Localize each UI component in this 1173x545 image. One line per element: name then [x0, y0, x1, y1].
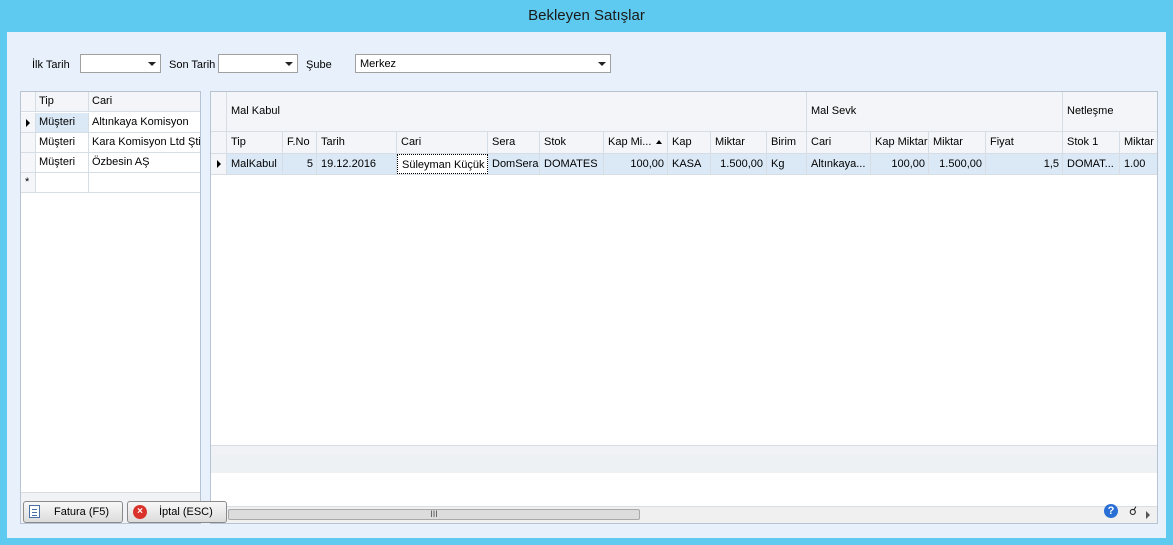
- pending-sales-grid: Mal Kabul Mal Sevk Netleşme Tip F.No Tar…: [210, 91, 1158, 524]
- window-title: Bekleyen Satışlar: [528, 7, 645, 24]
- cell-cari-focused[interactable]: Süleyman Küçük: [397, 154, 488, 174]
- list-item[interactable]: Müşteri Özbesin AŞ: [21, 153, 200, 173]
- column-header-fiyat[interactable]: Fiyat: [986, 132, 1063, 153]
- column-header-birim[interactable]: Birim: [767, 132, 807, 153]
- current-row-arrow-icon: [217, 160, 221, 168]
- column-header-tip[interactable]: Tip: [36, 92, 89, 111]
- cell-sevk-cari[interactable]: Altınkaya...: [807, 154, 871, 174]
- cancel-icon: ×: [133, 505, 147, 519]
- row-indicator-header: [21, 92, 36, 111]
- column-header-sevk-miktar[interactable]: Miktar: [929, 132, 986, 153]
- ilk-tarih-label: İlk Tarih: [32, 59, 70, 71]
- column-header-sera[interactable]: Sera: [488, 132, 540, 153]
- cell-stok[interactable]: DOMATES: [540, 154, 604, 174]
- band-indicator: [211, 92, 227, 132]
- cell-sevk-miktar[interactable]: 1.500,00: [929, 154, 986, 174]
- column-header-stok-1[interactable]: Stok 1: [1063, 132, 1120, 153]
- list-item[interactable]: Müşteri Altınkaya Komisyon: [21, 113, 200, 133]
- ilk-tarih-dropdown[interactable]: [80, 54, 161, 73]
- band-netlesme[interactable]: Netleşme: [1063, 92, 1157, 132]
- app-window: Bekleyen Satışlar İlk Tarih Son Tarih Şu…: [0, 0, 1173, 545]
- sube-dropdown[interactable]: Merkez: [355, 54, 611, 73]
- table-row[interactable]: MalKabul 5 19.12.2016 Süleyman Küçük Dom…: [211, 154, 1157, 175]
- chevron-down-icon: [598, 62, 606, 66]
- cari-list-grid: Tip Cari Müşteri Altınkaya Komisyon Müşt…: [20, 91, 201, 524]
- cari-list-header: Tip Cari: [21, 92, 200, 112]
- column-header-netlesme-miktar[interactable]: Miktar: [1120, 132, 1157, 153]
- iptal-button[interactable]: × İptal (ESC): [127, 501, 227, 523]
- son-tarih-label: Son Tarih: [169, 59, 216, 71]
- cell-birim[interactable]: Kg: [767, 154, 807, 174]
- sube-label: Şube: [306, 59, 332, 71]
- chevron-down-icon: [285, 62, 293, 66]
- column-header-cari[interactable]: Cari: [89, 92, 200, 111]
- column-header-tip[interactable]: Tip: [227, 132, 283, 153]
- current-row-arrow-icon: [26, 119, 30, 127]
- cell-sera[interactable]: DomSera: [488, 154, 540, 174]
- scroll-thumb[interactable]: III: [228, 509, 640, 520]
- cell-cari-new[interactable]: [89, 173, 200, 192]
- horizontal-scrollbar[interactable]: III: [211, 506, 1157, 523]
- iptal-button-label: İptal (ESC): [159, 506, 213, 518]
- chevron-down-icon: [148, 62, 156, 66]
- cell-tip[interactable]: Müşteri: [36, 153, 89, 172]
- row-indicator: [21, 133, 36, 152]
- cell-sevk-kap-miktar[interactable]: 100,00: [871, 154, 929, 174]
- band-mal-sevk[interactable]: Mal Sevk: [807, 92, 1063, 132]
- cell-cari[interactable]: Özbesin AŞ: [89, 153, 200, 172]
- cell-cari[interactable]: Kara Komisyon Ltd Şti: [89, 133, 200, 152]
- cell-cari[interactable]: Altınkaya Komisyon: [89, 113, 200, 132]
- cell-stok-1[interactable]: DOMAT...: [1063, 154, 1120, 174]
- column-header-cari[interactable]: Cari: [397, 132, 488, 153]
- help-icon[interactable]: ?: [1104, 504, 1118, 518]
- list-item[interactable]: Müşteri Kara Komisyon Ltd Şti: [21, 133, 200, 153]
- grid-group-footer: [211, 455, 1157, 473]
- column-header-sevk-cari[interactable]: Cari: [807, 132, 871, 153]
- band-header-row: Mal Kabul Mal Sevk Netleşme: [211, 92, 1157, 132]
- column-header-sevk-kap-miktar[interactable]: Kap Miktar: [871, 132, 929, 153]
- sort-ascending-icon: [656, 140, 663, 145]
- column-header-stok[interactable]: Stok: [540, 132, 604, 153]
- row-indicator: [21, 153, 36, 172]
- invoice-icon: [29, 505, 40, 518]
- cell-miktar[interactable]: 1.500,00: [711, 154, 767, 174]
- headset-icon[interactable]: ☌: [1126, 504, 1140, 518]
- column-header-kap[interactable]: Kap: [668, 132, 711, 153]
- client-area: İlk Tarih Son Tarih Şube Merkez Tip Cari…: [7, 32, 1166, 538]
- column-header-row: Tip F.No Tarih Cari Sera Stok Kap Mi... …: [211, 132, 1157, 154]
- cell-fiyat[interactable]: 1,5: [986, 154, 1063, 174]
- cell-tip-new[interactable]: [36, 173, 89, 192]
- column-header-kap-miktar-label: Kap Mi...: [608, 136, 652, 148]
- fatura-button-label: Fatura (F5): [54, 506, 110, 518]
- row-indicator: [21, 113, 36, 132]
- cell-kap-miktar[interactable]: 100,00: [604, 154, 668, 174]
- row-indicator-header: [211, 132, 227, 153]
- cell-tip[interactable]: MalKabul: [227, 154, 283, 174]
- sube-value: Merkez: [360, 58, 397, 70]
- fatura-button[interactable]: Fatura (F5): [23, 501, 123, 523]
- cell-tip[interactable]: Müşteri: [36, 133, 89, 152]
- cell-netlesme-miktar[interactable]: 1.00: [1120, 154, 1157, 174]
- column-header-fno[interactable]: F.No: [283, 132, 317, 153]
- column-header-tarih[interactable]: Tarih: [317, 132, 397, 153]
- new-row-marker: *: [21, 173, 36, 192]
- column-header-miktar[interactable]: Miktar: [711, 132, 767, 153]
- cell-tip[interactable]: Müşteri: [36, 113, 89, 132]
- scroll-right-icon[interactable]: [1146, 511, 1150, 519]
- cell-tarih[interactable]: 19.12.2016: [317, 154, 397, 174]
- column-header-kap-miktar-sorted[interactable]: Kap Mi...: [604, 132, 668, 153]
- row-indicator: [211, 154, 227, 174]
- cell-kap[interactable]: KASA: [668, 154, 711, 174]
- band-mal-kabul[interactable]: Mal Kabul: [227, 92, 807, 132]
- cell-fno[interactable]: 5: [283, 154, 317, 174]
- new-row[interactable]: *: [21, 173, 200, 193]
- son-tarih-dropdown[interactable]: [218, 54, 298, 73]
